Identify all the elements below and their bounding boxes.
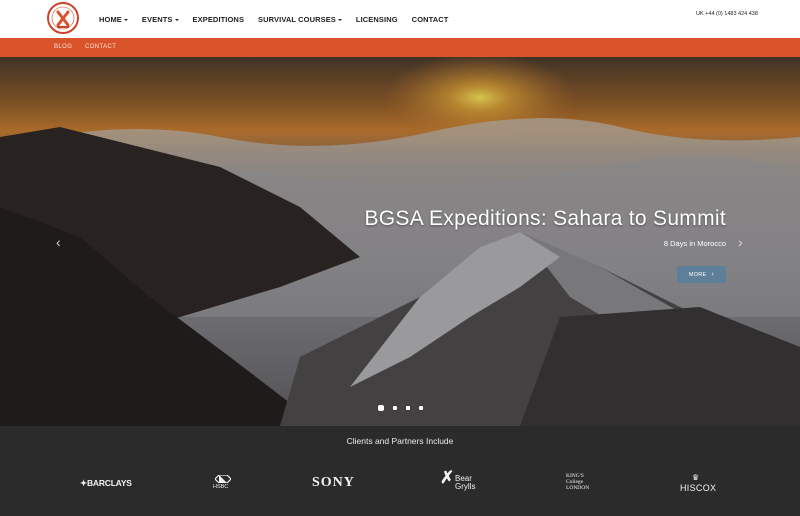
- more-button[interactable]: MORE ›: [677, 266, 726, 283]
- eagle-icon: ✦: [80, 478, 87, 488]
- sub-navigation: BLOG CONTACT: [0, 38, 800, 57]
- more-button-label: MORE: [688, 271, 707, 278]
- client-logo-hsbc: HSBC: [213, 475, 231, 490]
- chevron-down-icon: [337, 18, 342, 21]
- subnav-blog[interactable]: BLOG: [54, 44, 72, 50]
- nav-contact[interactable]: CONTACT: [412, 15, 449, 24]
- client-logo-hiscox: ♛ HISCOX: [680, 473, 717, 493]
- hero-title: BGSA Expeditions: Sahara to Summit: [364, 207, 726, 230]
- main-navigation: HOME EVENTS EXPEDITIONS SURVIVAL COURSES…: [99, 0, 462, 38]
- client-bear-line-2: Grylls: [455, 482, 476, 491]
- nav-expeditions[interactable]: EXPEDITIONS: [193, 15, 245, 24]
- client-hsbc-label: HSBC: [213, 484, 229, 490]
- nav-contact-label: CONTACT: [411, 14, 449, 24]
- clients-title: Clients and Partners Include: [346, 436, 454, 446]
- carousel-next-button[interactable]: ›: [738, 234, 743, 250]
- nav-events-label: EVENTS: [141, 14, 173, 24]
- academy-logo-icon: [51, 6, 75, 30]
- nav-survival-courses-label: SURVIVAL COURSES: [258, 14, 336, 24]
- hero-subtitle: 8 Days in Morocco: [663, 239, 726, 248]
- client-logo-bear-grylls: ✗ Bear Grylls: [440, 469, 476, 491]
- chevron-right-icon: ›: [711, 271, 715, 278]
- nav-events[interactable]: EVENTS: [142, 15, 179, 24]
- clients-section: Clients and Partners Include ✦BARCLAYS H…: [0, 426, 800, 516]
- nav-expeditions-label: EXPEDITIONS: [192, 14, 245, 24]
- carousel-dot-1[interactable]: [378, 405, 384, 411]
- chevron-down-icon: [123, 18, 128, 21]
- carousel-prev-button[interactable]: ‹: [56, 234, 61, 250]
- nav-licensing[interactable]: LICENSING: [356, 15, 398, 24]
- client-hiscox-label: HISCOX: [680, 483, 717, 493]
- client-barclays-label: BARCLAYS: [86, 478, 132, 488]
- chevron-left-icon: ‹: [56, 234, 61, 250]
- client-logo-sony: SONY: [312, 475, 355, 490]
- top-header: HOME EVENTS EXPEDITIONS SURVIVAL COURSES…: [0, 0, 800, 38]
- hero-carousel: ‹ › BGSA Expeditions: Sahara to Summit 8…: [0, 57, 800, 426]
- nav-licensing-label: LICENSING: [355, 14, 398, 24]
- hsbc-hexagon-icon: [215, 475, 231, 483]
- client-logo-kings-college: KING'S College LONDON: [566, 473, 589, 491]
- carousel-dot-3[interactable]: [406, 406, 410, 410]
- carousel-indicators: [378, 405, 432, 411]
- client-logo-barclays: ✦BARCLAYS: [80, 478, 132, 489]
- phone-number[interactable]: UK +44 (0) 1483 424 438: [696, 11, 758, 17]
- nav-home[interactable]: HOME: [99, 15, 128, 24]
- hiscox-crest-icon: ♛: [692, 473, 700, 482]
- nav-home-label: HOME: [99, 14, 122, 24]
- chevron-right-icon: ›: [738, 234, 743, 250]
- chevron-down-icon: [174, 18, 179, 21]
- subnav-contact[interactable]: CONTACT: [85, 44, 116, 50]
- bear-x-icon: ✗: [440, 468, 455, 487]
- nav-survival-courses[interactable]: SURVIVAL COURSES: [258, 15, 342, 24]
- site-logo[interactable]: [47, 2, 79, 34]
- carousel-dot-2[interactable]: [393, 406, 397, 410]
- client-kings-line-3: LONDON: [566, 485, 590, 491]
- carousel-dot-4[interactable]: [419, 406, 423, 410]
